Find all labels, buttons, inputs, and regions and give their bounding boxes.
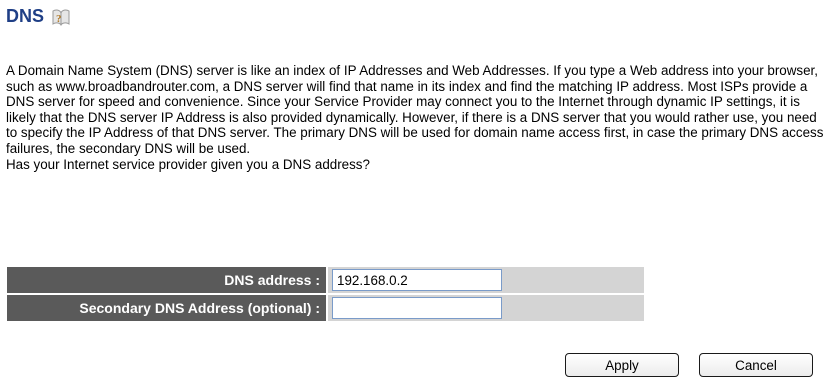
description: A Domain Name System (DNS) server is lik… [6,63,826,172]
svg-text:?: ? [56,13,62,25]
dns-address-input[interactable] [332,269,502,291]
dns-address-label: DNS address : [7,267,328,293]
secondary-dns-row: Secondary DNS Address (optional) : [7,295,644,321]
cancel-button[interactable]: Cancel [699,353,813,377]
page-header: DNS ? [6,6,72,27]
secondary-dns-input[interactable] [332,297,502,319]
apply-button[interactable]: Apply [565,353,679,377]
description-question: Has your Internet service provider given… [6,156,370,172]
dns-address-cell [328,267,644,293]
dns-address-row: DNS address : [7,267,644,293]
secondary-dns-label: Secondary DNS Address (optional) : [7,295,328,321]
button-bar: Apply Cancel [565,353,813,377]
secondary-dns-cell [328,295,644,321]
help-icon[interactable]: ? [50,7,72,27]
description-paragraph: A Domain Name System (DNS) server is lik… [6,63,824,156]
page-title: DNS [6,6,45,26]
dns-settings-table: DNS address : Secondary DNS Address (opt… [7,265,644,323]
